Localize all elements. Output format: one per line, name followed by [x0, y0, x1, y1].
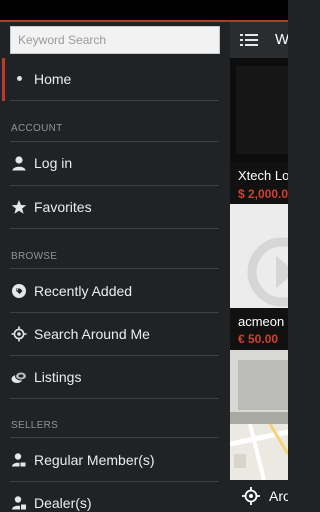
- nav-item-label: Search Around Me: [34, 326, 150, 342]
- person-icon: [12, 156, 26, 171]
- nav-item-label: Recently Added: [34, 283, 133, 299]
- nav-item-favorites[interactable]: Favorites: [0, 186, 230, 229]
- nav-item-label: Regular Member(s): [34, 452, 155, 468]
- nav-item-label: Dealer(s): [34, 495, 92, 511]
- divider: [10, 437, 219, 438]
- divider: [10, 100, 219, 101]
- listing-caption[interactable]: Xtech Lo $ 2,000.0: [230, 162, 288, 204]
- map-view[interactable]: [230, 423, 288, 481]
- nav-item-listings[interactable]: Listings: [0, 356, 230, 399]
- nav-item-label: Listings: [34, 369, 82, 385]
- search-field[interactable]: [10, 26, 220, 54]
- nav-item-home[interactable]: Home: [0, 58, 230, 101]
- around-me-bar[interactable]: Aro: [230, 480, 288, 512]
- main-header: W: [230, 22, 288, 58]
- navigation-drawer: Home ACCOUNT Log in Favorites BROWSE Rec…: [0, 22, 230, 512]
- active-marker: [2, 58, 5, 101]
- tag-icon: [12, 284, 26, 298]
- nav-item-dealers[interactable]: Dealer(s): [0, 482, 230, 512]
- nav-item-regular-members[interactable]: Regular Member(s): [0, 439, 230, 482]
- listing-title: Xtech Lo: [238, 168, 288, 183]
- listing-image[interactable]: [230, 58, 288, 162]
- video-placeholder-icon: [247, 237, 288, 307]
- listing-caption[interactable]: acmeon € 50.00: [230, 308, 288, 350]
- nav-item-recently-added[interactable]: Recently Added: [0, 270, 230, 313]
- section-title-sellers: SELLERS: [11, 420, 59, 431]
- main-title: W: [275, 31, 288, 48]
- bullet-dot: [17, 76, 22, 81]
- star-icon: [11, 200, 27, 214]
- location-target-icon: [11, 326, 27, 342]
- listing-image[interactable]: [230, 204, 288, 308]
- coins-icon: [11, 371, 27, 383]
- divider: [10, 228, 219, 229]
- listing-price: € 50.00: [238, 332, 279, 346]
- nav-item-search-around-me[interactable]: Search Around Me: [0, 313, 230, 356]
- status-bar: [0, 0, 288, 20]
- listing-photo: [230, 350, 288, 424]
- listing-price: $ 2,000.0: [238, 187, 288, 201]
- nav-item-label: Favorites: [34, 199, 92, 215]
- around-me-label: Aro: [269, 488, 288, 504]
- search-input[interactable]: [11, 27, 219, 53]
- member-icon: [12, 453, 27, 468]
- divider: [10, 268, 219, 269]
- section-title-browse: BROWSE: [11, 251, 58, 262]
- listing-title: acmeon: [238, 314, 285, 329]
- dealer-icon: [12, 496, 27, 511]
- location-target-icon: [242, 487, 260, 505]
- menu-icon[interactable]: [240, 33, 258, 47]
- nav-item-label: Home: [34, 71, 72, 87]
- nav-item-label: Log in: [34, 155, 73, 171]
- nav-item-login[interactable]: Log in: [0, 142, 230, 185]
- map-graphic: [230, 423, 288, 481]
- listing-image[interactable]: [230, 350, 288, 424]
- main-content-peek[interactable]: W Xtech Lo $ 2,000.0 acmeon € 50.00 Aro: [230, 22, 288, 512]
- section-title-account: ACCOUNT: [11, 123, 63, 134]
- divider: [10, 398, 219, 399]
